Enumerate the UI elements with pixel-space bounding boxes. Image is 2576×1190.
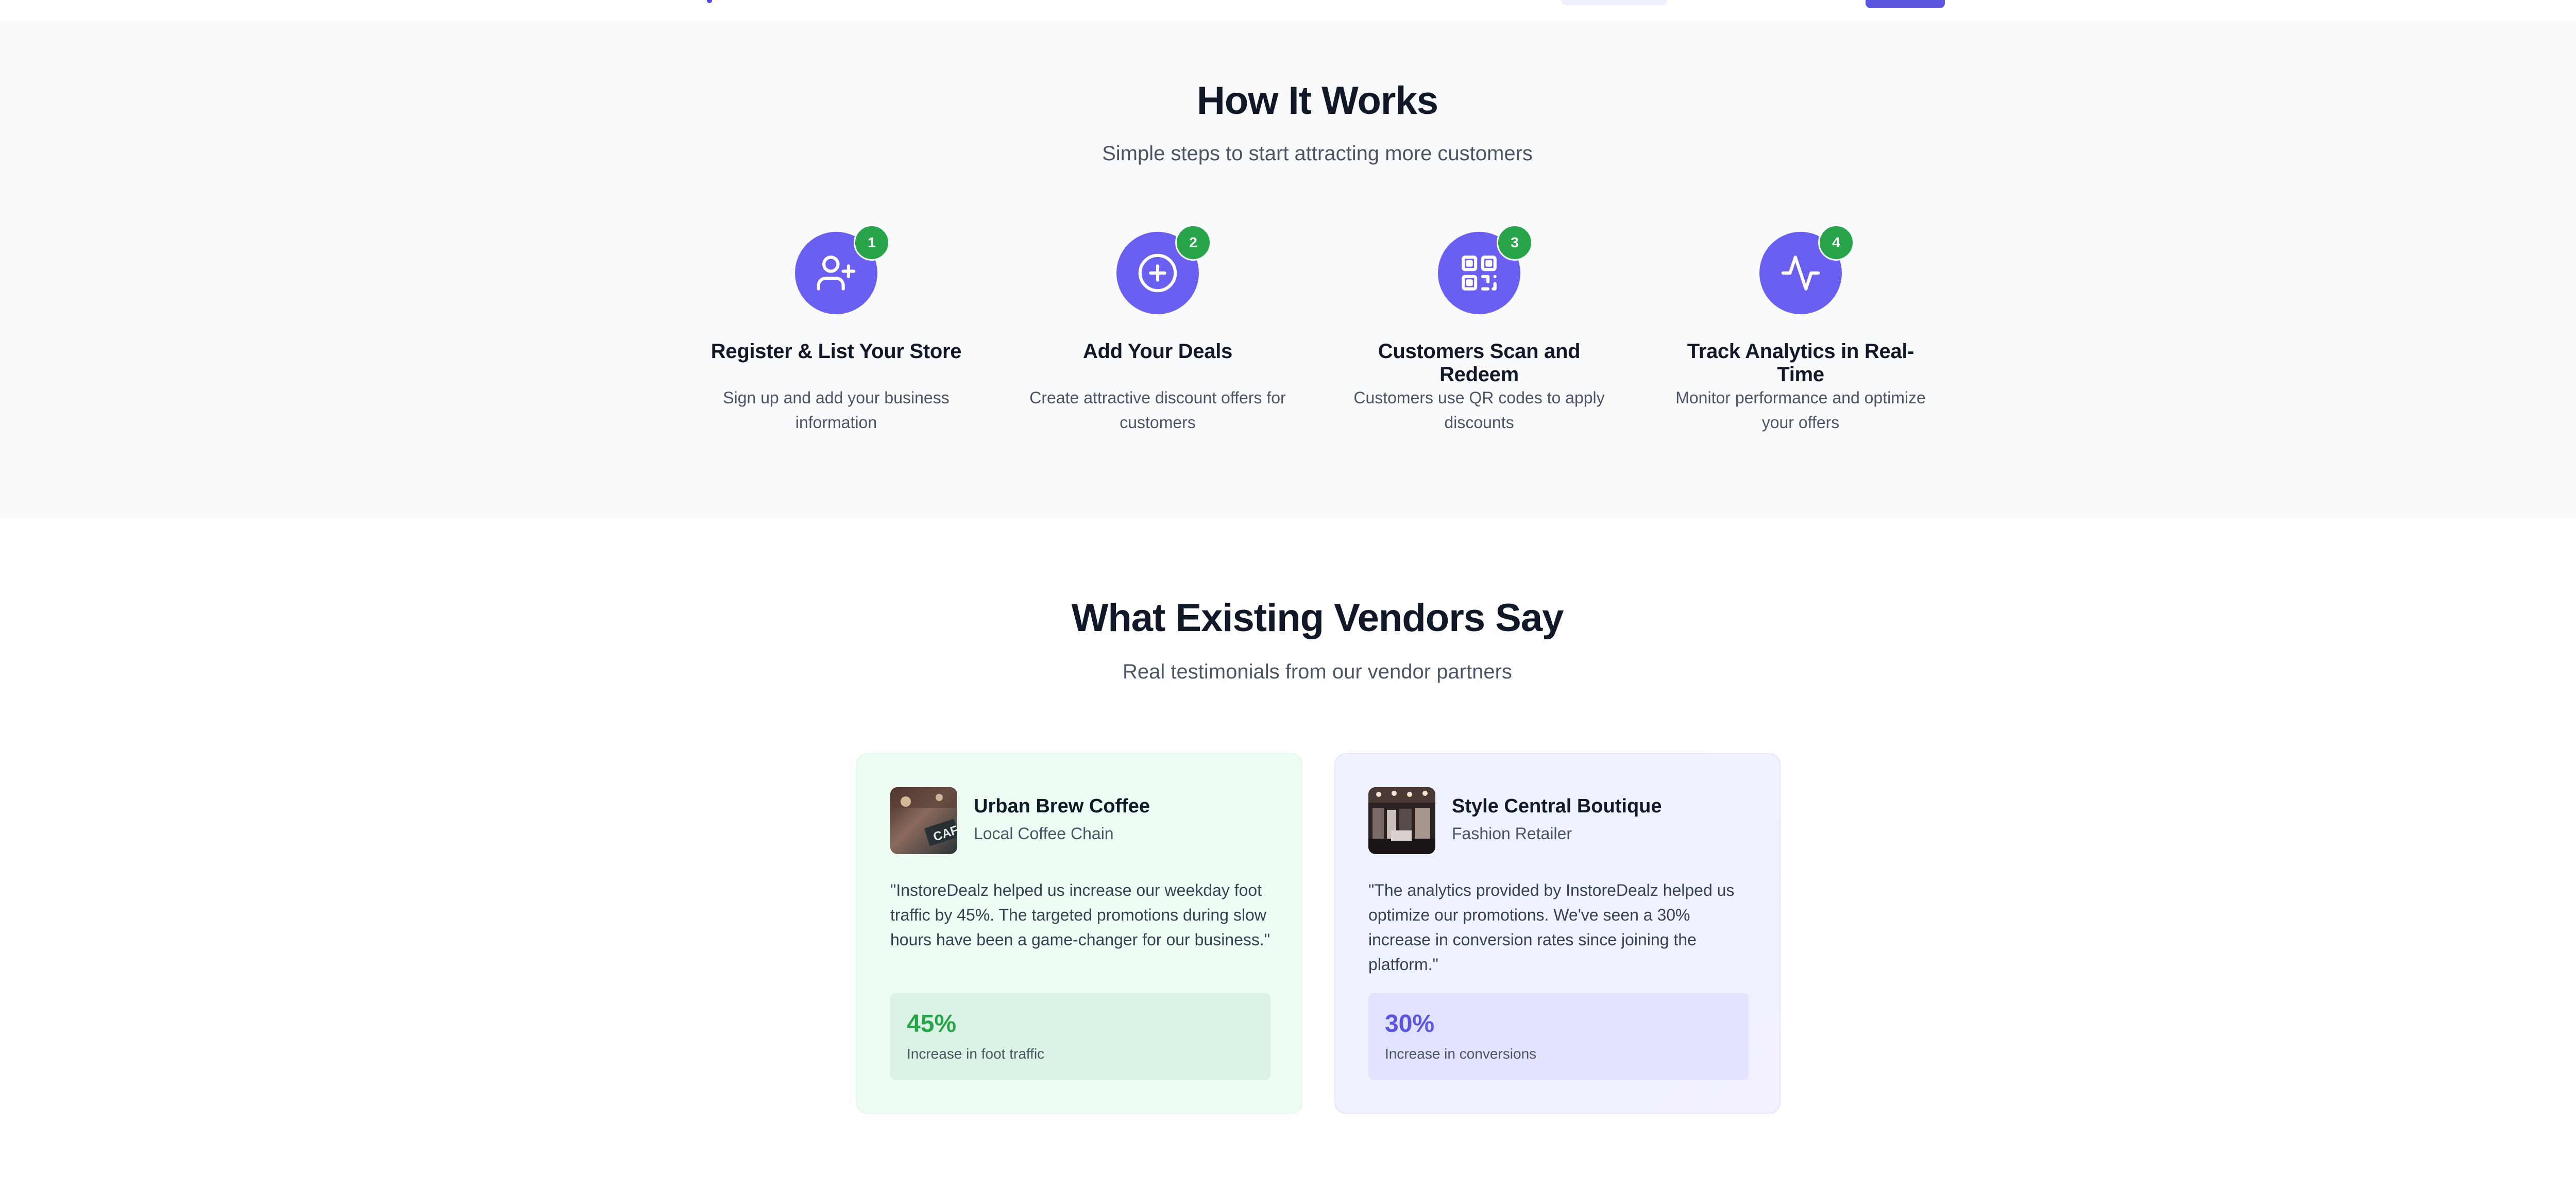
boutique-photo: [1368, 787, 1435, 854]
testimonials-title: What Existing Vendors Say: [1071, 596, 1564, 640]
testimonial-metric: 45% Increase in foot traffic: [890, 993, 1270, 1080]
step-add-deals: 2 Add Your Deals Create attractive disco…: [1024, 225, 1292, 469]
step-title: Track Analytics in Real-Time: [1687, 340, 1914, 386]
testimonial-card-style-central: Style Central Boutique Fashion Retailer …: [1334, 753, 1781, 1114]
step-description: Create attractive discount offers for cus…: [1029, 388, 1286, 432]
step-description: Customers use QR codes to apply discounts: [1353, 388, 1605, 432]
metric-label: Increase in foot traffic: [907, 1046, 1045, 1062]
metric-value: 30%: [1385, 1010, 1435, 1038]
metric-value: 45%: [907, 1010, 957, 1038]
vendor-avatar: CAF: [890, 787, 957, 854]
testimonial-quote: "The analytics provided by InstoreDealz …: [1368, 881, 1735, 974]
step-number-badge: 2: [1175, 225, 1211, 261]
testimonials-subtitle: Real testimonials from our vendor partne…: [1123, 660, 1512, 683]
user-plus-icon: [817, 256, 856, 291]
nav-cta-button[interactable]: [1866, 0, 1945, 8]
step-number-badge: 4: [1818, 225, 1854, 261]
testimonial-card-urban-brew: CAF Urban Brew Coffee Local Coffee Chain…: [856, 753, 1302, 1114]
how-it-works-title: How It Works: [1197, 79, 1438, 123]
step-register: 1 Register & List Your Store Sign up and…: [702, 225, 970, 469]
vendor-avatar: [1368, 787, 1435, 854]
step-number-badge: 3: [1497, 225, 1533, 261]
vendor-type: Fashion Retailer: [1452, 824, 1572, 843]
vendor-name: Style Central Boutique: [1452, 795, 1662, 817]
vendor-name: Urban Brew Coffee: [974, 795, 1150, 817]
qr-code-icon: [1462, 256, 1497, 291]
step-description: Sign up and add your business information: [723, 388, 950, 432]
step-title: Add Your Deals: [1083, 340, 1232, 363]
how-it-works-subtitle: Simple steps to start attracting more cu…: [1102, 142, 1533, 165]
nav-link-fragment[interactable]: [707, 0, 712, 3]
how-it-works-section: How It Works Simple steps to start attra…: [0, 21, 2576, 518]
testimonial-metric: 30% Increase in conversions: [1368, 993, 1749, 1080]
testimonials-section: What Existing Vendors Say Real testimoni…: [0, 518, 2576, 1190]
step-title: Register & List Your Store: [710, 340, 962, 363]
vendor-type: Local Coffee Chain: [974, 824, 1114, 843]
metric-label: Increase in conversions: [1385, 1046, 1537, 1062]
nav-active-item[interactable]: [1561, 0, 1667, 5]
plus-circle-icon: [1138, 253, 1177, 293]
step-scan-redeem: 3 Customers Scan and Redeem Customers us…: [1345, 225, 1613, 469]
testimonial-quote: "InstoreDealz helped us increase our wee…: [890, 881, 1270, 949]
top-navbar: [0, 0, 2576, 22]
step-description: Monitor performance and optimize your off…: [1675, 388, 1926, 432]
activity-icon: [1781, 256, 1820, 291]
step-track-analytics: 4 Track Analytics in Real-Time Monitor p…: [1667, 225, 1935, 469]
step-number-badge: 1: [854, 225, 890, 261]
coffee-shop-photo: CAF: [890, 787, 957, 854]
step-title: Customers Scan and Redeem: [1378, 340, 1581, 386]
